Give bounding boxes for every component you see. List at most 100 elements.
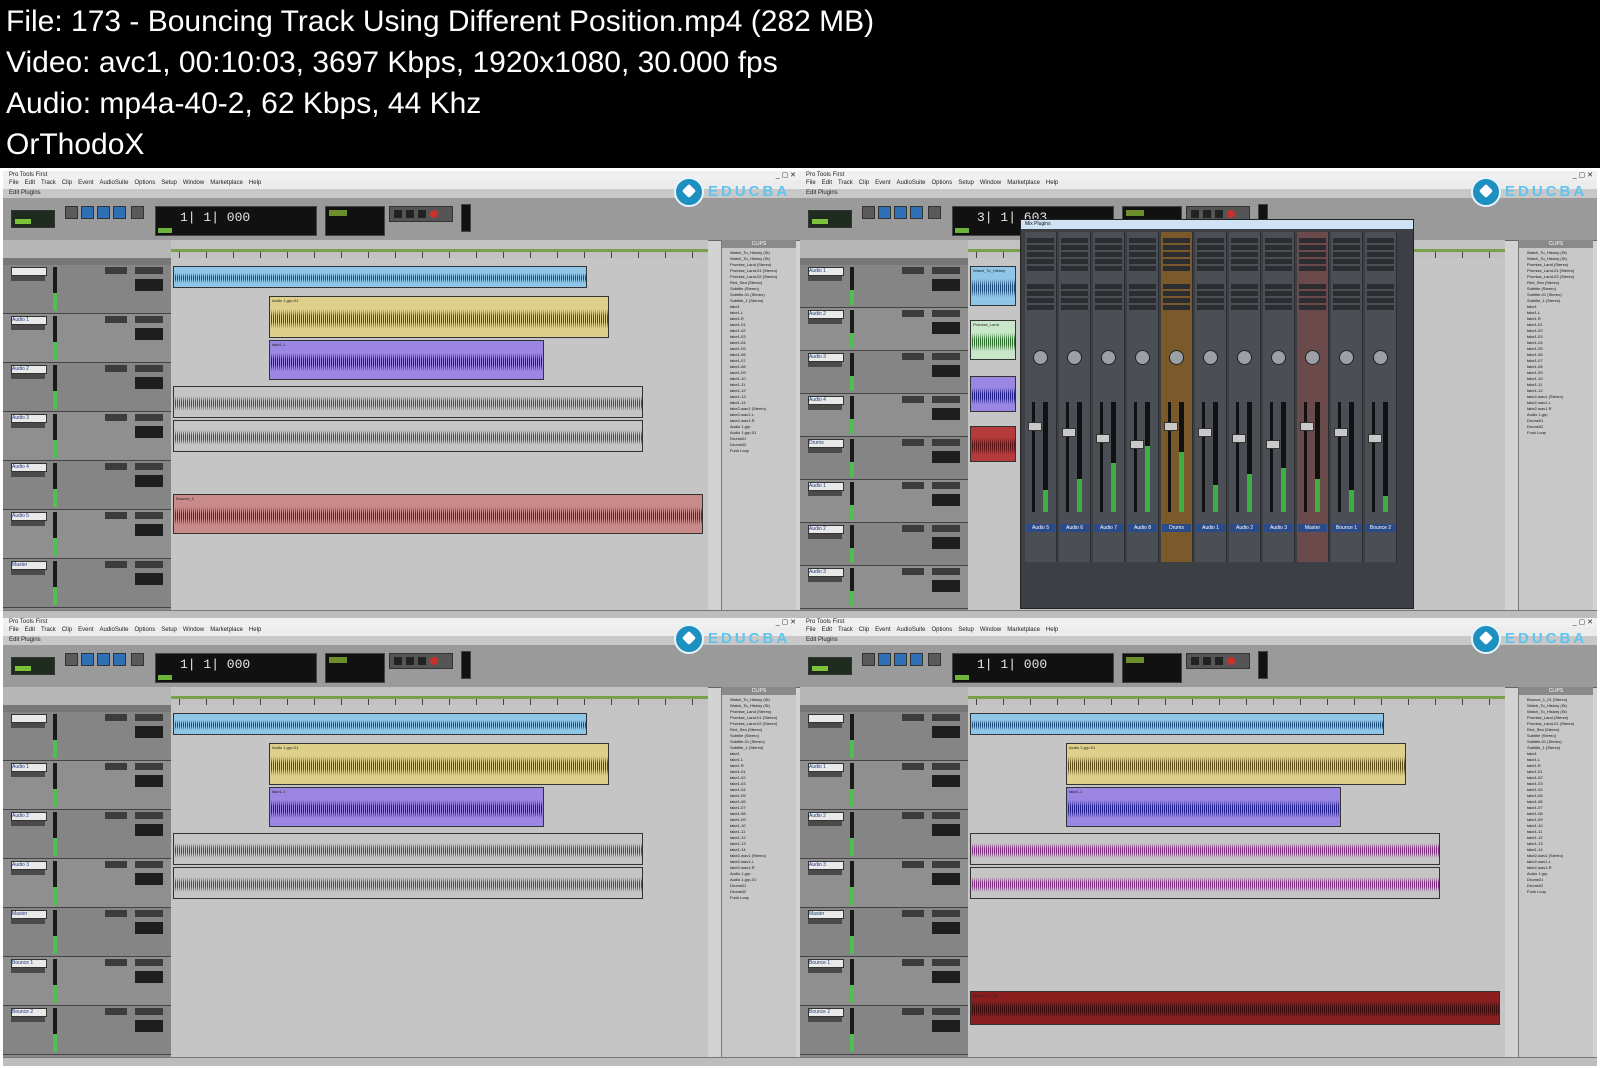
insert-slot[interactable] (105, 267, 127, 274)
insert-slot[interactable] (902, 910, 924, 917)
clip-list-item[interactable]: Drums02 (1527, 883, 1591, 888)
main-counter[interactable]: 1| 1| 000 (952, 653, 1114, 683)
midi-controls[interactable] (325, 206, 385, 236)
track-controls[interactable] (808, 534, 842, 539)
transport-button[interactable] (1215, 657, 1223, 665)
menu-item-track[interactable]: Track (41, 627, 56, 633)
track-controls[interactable] (808, 577, 842, 582)
transport-button[interactable] (1203, 210, 1211, 218)
clip-list-item[interactable]: take1-13 (730, 841, 794, 846)
clip-list-item[interactable]: take1-07 (1527, 358, 1591, 363)
clip-list-item[interactable]: Drums01 (1527, 418, 1591, 423)
clip-list-item[interactable]: take1-13 (730, 394, 794, 399)
track-controls[interactable] (808, 723, 842, 728)
fader-cap[interactable] (1198, 428, 1212, 437)
track-row[interactable]: Audio 1 (800, 761, 968, 810)
insert-slot[interactable] (1299, 252, 1326, 257)
clip-list-item[interactable]: Audio 1.grp-01 (730, 430, 794, 435)
clip-list-item[interactable]: take1-05 (730, 346, 794, 351)
io-selector[interactable] (135, 763, 163, 770)
send-slot[interactable] (1129, 305, 1156, 310)
send-slot[interactable] (1095, 291, 1122, 296)
insert-slot[interactable] (105, 714, 127, 721)
transport-button[interactable] (394, 657, 402, 665)
insert-slot[interactable] (1231, 266, 1258, 271)
clip-list-item[interactable]: Subtitle-01 (Stereo) (730, 292, 794, 297)
send-slot[interactable] (1299, 291, 1326, 296)
midi-controls[interactable] (325, 653, 385, 683)
clip-list-item[interactable]: take1-03 (1527, 334, 1591, 339)
io-selector[interactable] (932, 310, 960, 317)
insert-slot[interactable] (1163, 252, 1190, 257)
clip-list-item[interactable]: take1-12 (730, 835, 794, 840)
send-slot[interactable] (1027, 284, 1054, 289)
clip-list-item[interactable]: Subtitle-01 (Stereo) (730, 739, 794, 744)
pan-knob[interactable] (1237, 350, 1252, 365)
menu-item-event[interactable]: Event (875, 180, 890, 186)
send-slot[interactable] (1163, 291, 1190, 296)
clip-list-item[interactable]: take1-05 (1527, 793, 1591, 798)
clip-list-item[interactable]: Drums02 (1527, 424, 1591, 429)
clip-list-item[interactable]: Subtitle_1 (Stereo) (730, 745, 794, 750)
track-controls[interactable] (808, 919, 842, 924)
track-name[interactable]: Audio 3 (808, 353, 844, 362)
clip-list-item[interactable]: Watch_To_History (St) (730, 703, 794, 708)
clip-list-item[interactable]: take1-07 (1527, 805, 1591, 810)
clip-list-item[interactable]: take1-06 (730, 799, 794, 804)
insert-slot[interactable] (1231, 245, 1258, 250)
clip-list-item[interactable]: Audio 1.grp (1527, 412, 1591, 417)
clip-list-item[interactable]: take1-14 (730, 847, 794, 852)
fader-track[interactable] (1134, 402, 1137, 512)
insert-slot[interactable] (902, 310, 924, 317)
clip-list-item[interactable]: take1 (730, 304, 794, 309)
track-row[interactable]: Audio 5 (3, 510, 171, 559)
edit-tool-button[interactable] (65, 653, 78, 666)
clip-list-item[interactable]: take1-09 (1527, 370, 1591, 375)
audio-clip[interactable] (173, 833, 643, 865)
insert-slot[interactable] (902, 861, 924, 868)
track-name[interactable]: Audio 1 (808, 763, 844, 772)
mixer-strip[interactable]: Audio 6 (1059, 232, 1091, 562)
insert-slot[interactable] (902, 353, 924, 360)
track-name[interactable]: Audio 2 (808, 812, 844, 821)
track-name[interactable]: Bounce 1 (11, 959, 47, 968)
insert-slot[interactable] (1027, 238, 1054, 243)
transport-controls[interactable] (1186, 653, 1250, 669)
menu-item-track[interactable]: Track (838, 180, 853, 186)
mixer-strip-name[interactable]: Audio 7 (1094, 524, 1123, 532)
track-row[interactable]: Audio 2 (800, 523, 968, 566)
track-row[interactable]: Audio 3 (3, 412, 171, 461)
clip-list-item[interactable]: take1.L (1527, 757, 1591, 762)
insert-slot[interactable] (1333, 266, 1360, 271)
clip-list-item[interactable]: take1-04 (1527, 340, 1591, 345)
menu-item-file[interactable]: File (806, 627, 816, 633)
track-name[interactable] (11, 267, 47, 276)
clip-list-item[interactable]: take1-02 (730, 775, 794, 780)
edit-timeline[interactable]: Audio 1.grp-01 take1-1 Bounce_1 (171, 258, 708, 611)
insert-slot[interactable] (1027, 266, 1054, 271)
io-selector[interactable] (135, 861, 163, 868)
clip-list-item[interactable]: take1.R (730, 316, 794, 321)
pan-knob[interactable] (1339, 350, 1354, 365)
mixer-strip-name[interactable]: Audio 2 (1230, 524, 1259, 532)
track-name[interactable]: Audio 2 (808, 525, 844, 534)
mixer-strip[interactable]: Bounce 2 (1365, 232, 1397, 562)
io-selector[interactable] (932, 482, 960, 489)
clip-list-item[interactable]: take2-wav1 (Stereo) (1527, 394, 1591, 399)
clip-list-item[interactable]: take1-09 (1527, 817, 1591, 822)
track-name[interactable] (11, 714, 47, 723)
insert-slot[interactable] (1061, 266, 1088, 271)
track-controls[interactable] (808, 319, 842, 324)
clip-list-item[interactable]: take1-10 (730, 823, 794, 828)
track-name[interactable]: Audio 1 (11, 763, 47, 772)
fader-cap[interactable] (1096, 434, 1110, 443)
io-selector[interactable] (135, 1008, 163, 1015)
transport-controls[interactable] (389, 206, 453, 222)
audio-clip[interactable] (173, 420, 643, 452)
midi-controls[interactable] (1122, 653, 1182, 683)
clip-list-item[interactable]: take1-01 (730, 769, 794, 774)
insert-slot[interactable] (105, 512, 127, 519)
insert-slot[interactable] (1265, 266, 1292, 271)
menu-item-window[interactable]: Window (980, 180, 1001, 186)
fader-track[interactable] (1270, 402, 1273, 512)
